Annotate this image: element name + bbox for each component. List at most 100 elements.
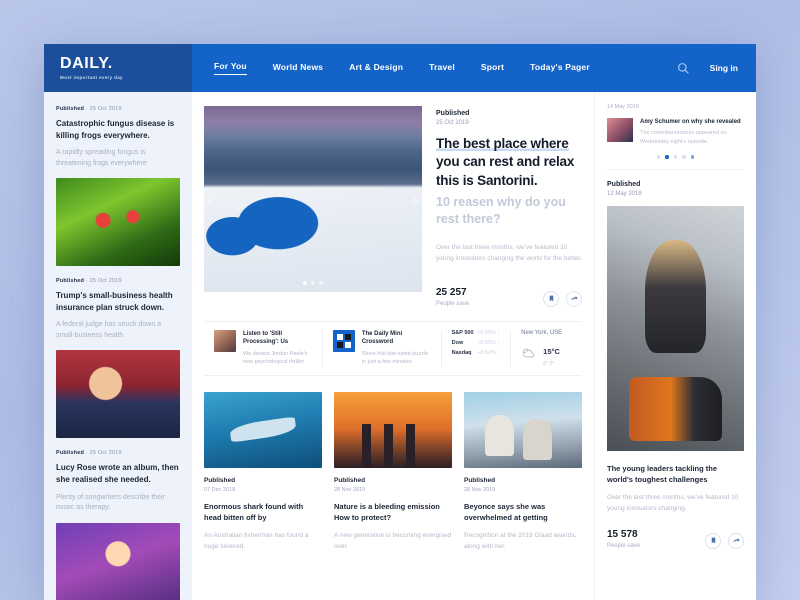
widget-description: We dissect Jordan Peele's new psychologi… (243, 350, 308, 366)
published-date: 28 Nov 2019 (334, 486, 366, 493)
stock-name: Nasdaq (451, 349, 472, 356)
sidebar-article-excerpt: A federal judge has struck down a small-… (56, 321, 162, 339)
right-article-title[interactable]: The young leaders tackling the world's t… (607, 463, 744, 486)
published-date: 28 Nov 2019 (464, 486, 496, 493)
nav-item-world-news[interactable]: World News (273, 62, 324, 75)
hero-text-block: Published 25 Oct 2019 The best place whe… (436, 106, 582, 307)
right-panel: 14 May 2019 Amy Schumer on why she revea… (594, 92, 756, 600)
carousel-dots (204, 281, 422, 285)
hero-subtitle: 10 reasen why do you rest there? (436, 195, 566, 227)
promo-card[interactable]: Amy Schumer on why she revealed The come… (607, 118, 744, 146)
nav-item-sport[interactable]: Sport (481, 62, 504, 75)
santorini-photo (204, 106, 422, 292)
weather-high-low: 8° 2° (543, 360, 555, 367)
beyonce-photo (464, 391, 582, 468)
sidebar-article-frogs[interactable]: Published · 25 Oct 2019 Catastrophic fun… (56, 106, 180, 267)
published-date: 25 Oct 2019 (89, 278, 122, 285)
carousel-dot[interactable] (319, 281, 323, 285)
share-icon (733, 538, 740, 543)
widget-title: The Daily Mini Crossword (361, 330, 403, 346)
main-navigation: For You World News Art & Design Travel S… (192, 44, 756, 92)
bookmark-button[interactable] (705, 532, 721, 549)
save-count: 25 257 (436, 286, 467, 298)
promo-carousel-dot[interactable] (656, 155, 661, 159)
widget-stocks[interactable]: S&P 500 +0.65% ↑ Dow +0.55% ↑ Nasdaq +0.… (442, 329, 512, 367)
hero-action-buttons (543, 290, 582, 307)
promo-carousel-dot[interactable] (682, 155, 686, 159)
share-button[interactable] (728, 532, 744, 549)
published-label: Published (436, 110, 470, 117)
save-count-caption: People save (607, 542, 641, 549)
hero-article: ‹ › Published 25 Oct 2019 The best place… (204, 106, 582, 307)
share-button[interactable] (566, 290, 582, 307)
carousel-prev-icon[interactable]: ‹ (208, 191, 213, 207)
promo-date: 14 May 2019 (607, 104, 639, 110)
app-header: DAILY. Most important every day For You … (44, 44, 756, 92)
share-icon (571, 296, 578, 301)
hero-title[interactable]: The best place where you can rest and re… (436, 135, 582, 190)
widget-weather[interactable]: New York, USE 15°C 8° 2° (511, 330, 582, 367)
search-icon[interactable] (677, 62, 690, 75)
article-card-shark[interactable]: Published 07 Dec 2018 Enormous shark fou… (204, 391, 322, 552)
carousel-next-icon[interactable]: › (413, 191, 418, 207)
stock-change: +0.52% ↑ (477, 349, 501, 356)
article-card-grid: Published 07 Dec 2018 Enormous shark fou… (204, 391, 582, 552)
concert-photo (56, 522, 180, 600)
nav-item-travel[interactable]: Travel (429, 62, 455, 75)
amy-schumer-thumb (607, 118, 633, 142)
widget-podcast[interactable]: Listen to 'Still Processing': Us We diss… (204, 329, 323, 367)
podcast-thumb (214, 329, 236, 352)
carousel-dot[interactable] (303, 281, 307, 285)
right-article-excerpt: Over the last three months, we've featur… (607, 494, 739, 512)
sidebar-article-excerpt: Plenty of songwriters describe their mus… (56, 493, 165, 512)
bookmark-button[interactable] (543, 290, 559, 307)
nav-item-todays-pager[interactable]: Today's Pager (530, 62, 590, 75)
logo-text: DAILY. (60, 55, 113, 72)
sign-in-button[interactable]: Sing in (710, 63, 738, 73)
carousel-dot[interactable] (311, 281, 315, 285)
promo-carousel-dot[interactable] (690, 155, 695, 159)
article-card-beyonce[interactable]: Published 28 Nov 2019 Beyonce says she w… (464, 391, 582, 552)
save-count: 15 578 (607, 528, 638, 540)
hero-body-text: Over the last three months, we've featur… (436, 244, 582, 263)
daily-news-app-window: DAILY. Most important every day For You … (44, 44, 756, 600)
sidebar-article-trump[interactable]: Published · 25 Oct 2019 Trump's small-bu… (56, 278, 180, 439)
published-label: Published (334, 476, 366, 484)
sidebar-article-title: Trump's small-business health insurance … (56, 291, 173, 312)
published-date: 07 Dec 2018 (204, 486, 236, 493)
published-date: 25 Oct 2019 (436, 120, 469, 126)
stock-change: +0.65% ↑ (477, 329, 501, 336)
promo-carousel-dot[interactable] (673, 155, 678, 159)
published-label: Published (56, 450, 85, 457)
widget-crossword[interactable]: The Daily Mini Crossword Slove this bite… (323, 329, 442, 367)
hero-title-rest: you can rest and relax this is Santorini… (436, 154, 575, 188)
widget-title: Listen to 'Still Processing': Us (243, 330, 289, 346)
header-actions: Sing in (677, 62, 756, 75)
promo-carousel-dot[interactable] (665, 155, 669, 159)
shark-photo (204, 391, 322, 468)
meta-separator: · (85, 106, 88, 112)
right-article-stats: 15 578 People save (607, 529, 744, 549)
sidebar-article-meta: Published · 25 Oct 2019 (56, 106, 180, 112)
hero-carousel[interactable]: ‹ › (204, 106, 422, 292)
panel-divider (607, 168, 744, 170)
promo-carousel-dots (607, 155, 744, 159)
nav-item-art-design[interactable]: Art & Design (349, 62, 403, 75)
published-label: Published (607, 180, 641, 188)
article-card-emission[interactable]: Published 28 Nov 2019 Nature is a bleedi… (334, 391, 452, 552)
stock-row: Nasdaq +0.52% ↑ (452, 350, 501, 356)
brand-logo[interactable]: DAILY. Most important every day (44, 44, 192, 92)
weather-temperature: 15°C (543, 346, 560, 356)
app-body: Published · 25 Oct 2019 Catastrophic fun… (44, 92, 756, 600)
nav-item-for-you[interactable]: For You (214, 61, 247, 75)
sidebar-article-title: Lucy Rose wrote an album, then she reali… (56, 463, 179, 484)
sidebar-article-lucy-rose[interactable]: Published · 25 Oct 2019 Lucy Rose wrote … (56, 450, 180, 600)
published-label: Published (56, 278, 85, 285)
widget-description: Slove this bite-sized puzzle in just a f… (361, 350, 429, 366)
promo-title: Amy Schumer on why she revealed (640, 119, 741, 125)
stock-row: Dow +0.55% ↑ (452, 340, 501, 346)
published-label: Published (204, 476, 236, 484)
emission-photo (334, 391, 452, 468)
stock-row: S&P 500 +0.65% ↑ (452, 330, 501, 336)
left-sidebar: Published · 25 Oct 2019 Catastrophic fun… (44, 92, 192, 600)
